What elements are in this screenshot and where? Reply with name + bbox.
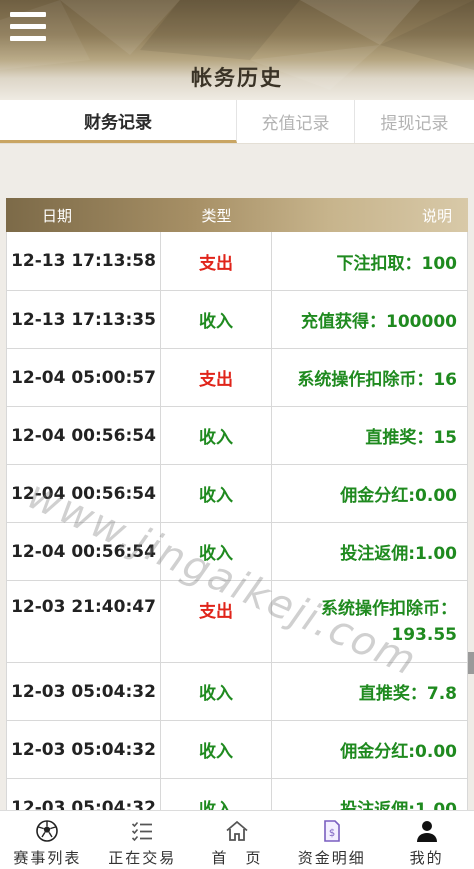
money-document-icon: $ — [323, 820, 340, 842]
header-date: 日期 — [42, 206, 73, 225]
row-desc: 佣金分红:0.00 — [272, 465, 468, 522]
page-header: 帐务历史 — [0, 0, 474, 100]
row-desc: 直推奖：15 — [272, 407, 468, 464]
row-type: 收入 — [161, 523, 272, 580]
row-desc: 系统操作扣除币：193.55 — [272, 581, 468, 662]
nav-label: 首 页 — [211, 849, 263, 867]
page-title: 帐务历史 — [191, 66, 283, 90]
table-row: 12-03 21:40:47 支出 系统操作扣除币：193.55 — [6, 581, 468, 663]
table-header: 日期 类型 说明 — [6, 198, 468, 232]
nav-item-trading[interactable]: 正在交易 — [95, 811, 190, 869]
table-row: 12-13 17:13:35 收入 充值获得：100000 — [6, 291, 468, 349]
row-type: 收入 — [161, 407, 272, 464]
table-row: 12-04 00:56:54 收入 投注返佣:1.00 — [6, 523, 468, 581]
row-date: 12-04 00:56:54 — [6, 523, 161, 580]
bottom-nav: 赛事列表 正在交易 首 页 $ 资金明细 我的 — [0, 810, 474, 869]
table-row: 12-03 05:04:32 收入 直推奖：7.8 — [6, 663, 468, 721]
table-row: 12-04 00:56:54 收入 佣金分红:0.00 — [6, 465, 468, 523]
nav-label: 资金明细 — [297, 849, 366, 867]
table-row: 12-04 05:00:57 支出 系统操作扣除币：16 — [6, 349, 468, 407]
table-row: 12-04 00:56:54 收入 直推奖：15 — [6, 407, 468, 465]
tab-deposit-records[interactable]: 充值记录 — [237, 100, 355, 143]
row-type: 支出 — [161, 581, 272, 662]
nav-item-matches[interactable]: 赛事列表 — [0, 811, 95, 869]
nav-item-home[interactable]: 首 页 — [190, 811, 285, 869]
row-date: 12-03 21:40:47 — [6, 581, 161, 662]
soccer-ball-icon — [36, 820, 59, 842]
row-desc: 投注返佣:1.00 — [272, 523, 468, 580]
scrollbar[interactable] — [468, 652, 474, 674]
tab-finance-records[interactable]: 财务记录 — [0, 100, 237, 143]
nav-label: 赛事列表 — [13, 849, 82, 867]
row-desc: 直推奖：7.8 — [272, 663, 468, 720]
records-table: 日期 类型 说明 12-13 17:13:58 支出 下注扣取：100 12-1… — [6, 198, 468, 837]
user-icon — [416, 821, 437, 842]
row-date: 12-04 05:00:57 — [6, 349, 161, 406]
row-type: 收入 — [161, 721, 272, 778]
svg-text:$: $ — [329, 828, 335, 839]
header-type: 类型 — [201, 206, 232, 225]
row-type: 收入 — [161, 291, 272, 348]
table-row: 12-13 17:13:58 支出 下注扣取：100 — [6, 232, 468, 291]
row-date: 12-03 05:04:32 — [6, 663, 161, 720]
nav-item-mine[interactable]: 我的 — [379, 811, 474, 869]
tab-withdraw-records[interactable]: 提现记录 — [355, 100, 474, 143]
row-date: 12-13 17:13:35 — [6, 291, 161, 348]
row-type: 支出 — [161, 232, 272, 290]
nav-label: 正在交易 — [108, 849, 177, 867]
header-desc: 说明 — [421, 206, 452, 225]
row-type: 收入 — [161, 663, 272, 720]
row-date: 12-04 00:56:54 — [6, 465, 161, 522]
home-icon — [226, 820, 248, 841]
row-desc: 充值获得：100000 — [272, 291, 468, 348]
record-tabs: 财务记录 充值记录 提现记录 — [0, 100, 474, 144]
menu-icon[interactable] — [10, 10, 48, 44]
row-date: 12-03 05:04:32 — [6, 721, 161, 778]
row-desc: 下注扣取：100 — [272, 232, 468, 290]
row-date: 12-13 17:13:58 — [6, 232, 161, 290]
row-type: 收入 — [161, 465, 272, 522]
checklist-icon — [132, 821, 153, 842]
table-row: 12-03 05:04:32 收入 佣金分红:0.00 — [6, 721, 468, 779]
nav-label: 我的 — [409, 849, 444, 867]
row-date: 12-04 00:56:54 — [6, 407, 161, 464]
row-type: 支出 — [161, 349, 272, 406]
row-desc: 佣金分红:0.00 — [272, 721, 468, 778]
nav-item-funds[interactable]: $ 资金明细 — [284, 811, 379, 869]
row-desc: 系统操作扣除币：16 — [272, 349, 468, 406]
